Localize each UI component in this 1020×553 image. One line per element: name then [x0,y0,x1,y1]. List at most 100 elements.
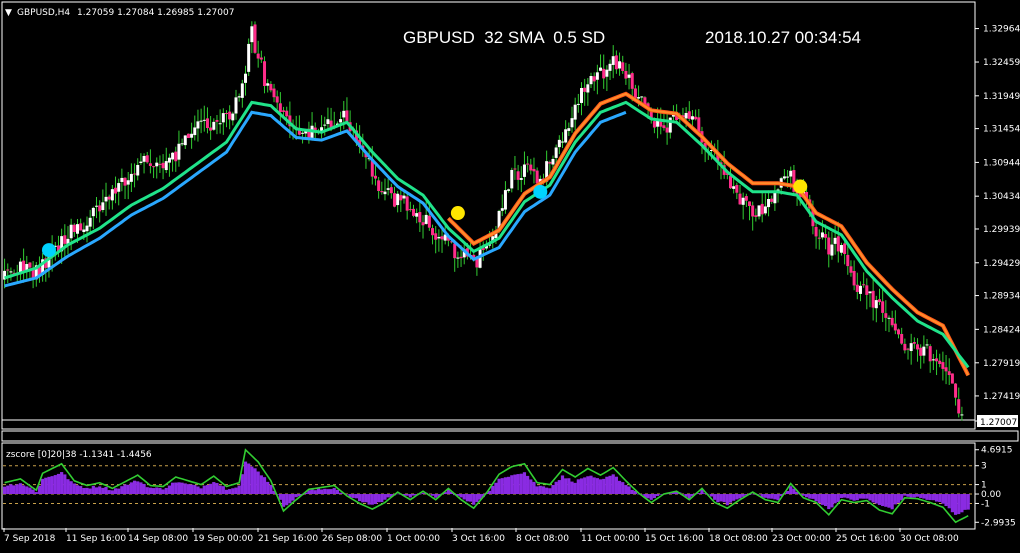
candle-down [751,205,755,217]
zscore-hist-bar [494,482,498,495]
zscore-hist-bar [630,489,634,495]
zscore-hist-bar [554,481,558,495]
buy-signal-dot [41,243,56,258]
candle-down [583,87,587,92]
zscore-hist-bar [221,486,225,495]
candle-down [63,235,67,244]
zscore-hist-bar [323,488,327,495]
zscore-hist-bar [732,494,736,501]
candle-down [754,215,758,217]
candle-down [459,256,463,259]
candle-down [285,110,289,117]
candle-down [148,163,152,166]
zscore-hist-bar [941,494,945,504]
zscore-hist-bar [186,484,191,495]
zscore-hist-bar [247,463,251,495]
candle-down [849,266,853,273]
zscore-hist-bar [377,494,381,503]
price-tick-label: 1.30434 [983,192,1020,202]
zscore-hist-bar [41,478,45,495]
candle-down [256,53,260,59]
zscore-hist-bar [430,494,435,496]
time-tick-label: 11 Sep 16:00 [66,534,126,544]
candle-down [624,70,628,79]
time-axis: 7 Sep 2018 11 Sep 16:00 14 Sep 08:00 19 Sep… [3,528,959,544]
candle-up [383,191,387,195]
candle-up [858,285,862,294]
candle-up [101,202,105,211]
zscore-hist-bar [139,482,143,495]
price-tick-label: 1.28934 [983,292,1020,302]
zscore-hist-bar [66,479,70,495]
candle-up [931,359,935,361]
zscore-hist-bar [877,494,882,505]
candle-up [218,123,222,125]
zscore-hist-bar [903,494,907,496]
zscore-hist-bar [110,490,114,495]
candle-up [839,245,843,253]
candle-up [88,217,92,227]
zscore-hist-bar [373,494,378,504]
zscore-hist-bar [329,489,333,495]
zscore-hist-bar [770,494,774,499]
candle-up [199,120,203,122]
candle-down [529,164,533,171]
candle-up [323,124,327,126]
zscore-hist-bar [136,481,140,495]
candle-down [389,187,393,194]
candle-up [589,76,593,85]
candle-down [890,317,894,326]
zscore-hist-bar [627,486,631,495]
candle-up [732,186,736,189]
zscore-hist-bar [938,494,942,503]
candle-down [259,57,263,60]
candle-down [729,176,732,189]
zscore-hist-bar [621,482,625,495]
candle-up [120,177,124,182]
candle-up [925,344,929,346]
zscore-hist-bar [526,475,530,495]
zscore-hist-bar [519,473,523,495]
candle-down [431,228,435,236]
candle-up [75,224,79,234]
candle-down [935,358,939,362]
candle-down [843,243,847,255]
header-arrow-icon[interactable]: ▼ [5,8,12,18]
candle-down [107,196,111,200]
candle-down [373,175,377,179]
zscore-hist-bar [148,487,153,495]
zscore-hist-bar [468,494,473,502]
zscore-hist-bar [789,486,793,495]
price-tick-label: 1.32964 [983,25,1020,35]
candle-up [887,317,891,319]
zscore-hist-bar [240,474,244,495]
candle-down [421,222,425,226]
zscore-hist-bar [912,494,916,498]
candle-up [640,96,644,98]
zscore-hist-bar [874,494,878,504]
zscore-hist-bar [177,482,181,495]
candle-down [161,162,165,169]
zscore-hist-bar [421,492,425,495]
candle-up [193,127,197,136]
price-tick-label: 1.28424 [983,325,1020,335]
zscore-hist-bar [472,494,476,505]
zscore-hist-bar [491,485,495,495]
header-symbol: GBPUSD,H4 [17,8,70,18]
candle-down [6,269,10,271]
time-tick-label: 21 Sep 16:00 [258,534,318,544]
zscore-hist-bar [906,494,910,497]
candle-down [862,284,866,286]
zscore-hist-bar [313,490,317,495]
sell-signal-dot [450,206,465,221]
zscore-hist-bar [243,461,248,495]
panel-separator[interactable] [1,430,1019,442]
zscore-hist-bar [291,494,295,501]
candle-up [560,141,564,143]
candle-down [697,117,701,132]
candle-down [272,88,276,98]
candle-down [253,24,257,53]
candle-down [748,201,752,207]
zscore-hist-bar [858,494,863,499]
candle-up [522,164,526,177]
